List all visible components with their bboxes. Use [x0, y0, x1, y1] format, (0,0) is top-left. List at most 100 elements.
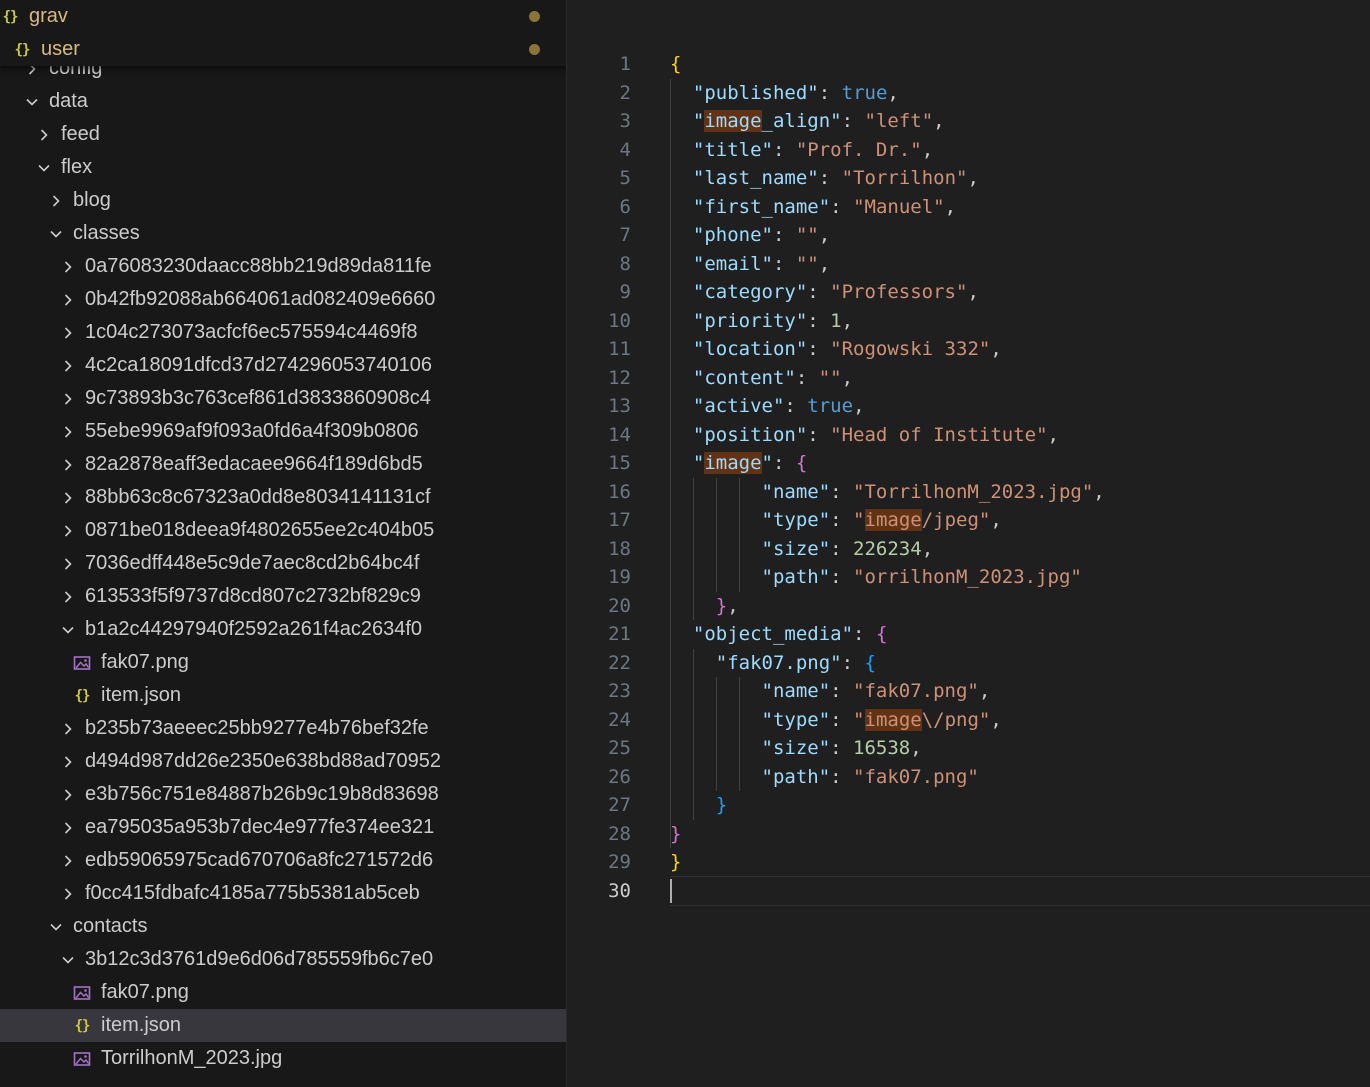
- chevron-right-icon[interactable]: [61, 293, 75, 307]
- tree-item-label: flex: [61, 156, 93, 178]
- code-text: "name": "fak07.png",: [761, 680, 991, 702]
- explorer-sidebar: config data feed flex blog classes 0a76083230d…: [0, 0, 567, 1087]
- code-line: 11 "location": "Rogowski 332",: [567, 335, 1370, 363]
- code-text: "type": "image/jpeg",: [761, 509, 1002, 531]
- json-file-icon: {}: [74, 687, 91, 704]
- line-number: 3: [619, 110, 631, 132]
- line-number: 4: [619, 138, 631, 161]
- tree-folder[interactable]: 9c73893b3c763cef861d3833860908c4: [0, 382, 566, 415]
- tree-folder[interactable]: 3b12c3d3761d9e6d06d785559fb6c7e0: [0, 943, 566, 976]
- tree-file[interactable]: {} user: [0, 33, 566, 66]
- tree-folder[interactable]: blog: [0, 184, 566, 217]
- tree-folder[interactable]: d494d987dd26e2350e638bd88ad70952: [0, 745, 566, 778]
- tree-folder[interactable]: b235b73aeeec25bb9277e4b76bef32fe: [0, 712, 566, 745]
- tree-folder[interactable]: 7036edff448e5c9de7aec8cd2b64bc4f: [0, 547, 566, 580]
- code-line: 12 "content": "",: [567, 364, 1370, 392]
- tree-folder[interactable]: classes: [0, 217, 566, 250]
- code-line: 15 "image": {: [567, 449, 1370, 477]
- image-file-icon: [73, 654, 91, 672]
- tree-file[interactable]: fak07.png: [0, 646, 566, 679]
- tree-folder[interactable]: 0a76083230daacc88bb219d89da811fe: [0, 250, 566, 283]
- tree-folder[interactable]: e3b756c751e84887b26b9c19b8d83698: [0, 778, 566, 811]
- chevron-down-icon[interactable]: [61, 623, 75, 637]
- code-line: 14 "position": "Head of Institute",: [567, 421, 1370, 449]
- tree-folder[interactable]: f0cc415fdbafc4185a775b5381ab5ceb: [0, 877, 566, 910]
- line-number: 5: [619, 167, 631, 189]
- chevron-right-icon[interactable]: [61, 326, 75, 340]
- code-line: 1{: [567, 50, 1370, 78]
- chevron-right-icon[interactable]: [61, 788, 75, 802]
- code-text: },: [715, 594, 739, 617]
- tree-item-label: fak07.png: [101, 981, 189, 1003]
- tree-folder[interactable]: contacts: [0, 910, 566, 943]
- chevron-down-icon[interactable]: [25, 95, 39, 109]
- tree-folder[interactable]: 88bb63c8c67323a0dd8e8034141131cf: [0, 481, 566, 514]
- chevron-down-icon[interactable]: [49, 920, 63, 934]
- chevron-down-icon[interactable]: [49, 227, 63, 241]
- chevron-right-icon[interactable]: [61, 755, 75, 769]
- tree-folder[interactable]: ea795035a953b7dec4e977fe374ee321: [0, 811, 566, 844]
- chevron-right-icon[interactable]: [61, 821, 75, 835]
- code-text: "category": "Professors",: [692, 281, 979, 303]
- code-text: "first_name": "Manuel",: [692, 195, 957, 218]
- modified-dot: [529, 11, 540, 22]
- chevron-right-icon[interactable]: [61, 359, 75, 373]
- chevron-down-icon[interactable]: [37, 161, 51, 175]
- chevron-right-icon[interactable]: [61, 887, 75, 901]
- line-number: 30: [608, 879, 631, 902]
- code-text: "image_align": "left",: [692, 110, 945, 132]
- chevron-down-icon[interactable]: [61, 953, 75, 967]
- code-line: 6 "first_name": "Manuel",: [567, 193, 1370, 221]
- tree-file[interactable]: fak07.png: [0, 976, 566, 1009]
- tree-file[interactable]: TorrilhonM_2023.jpg: [0, 1042, 566, 1075]
- chevron-right-icon[interactable]: [61, 392, 75, 406]
- chevron-right-icon[interactable]: [49, 194, 63, 208]
- tree-folder[interactable]: feed: [0, 118, 566, 151]
- chevron-right-icon[interactable]: [61, 260, 75, 274]
- image-file-icon: [73, 1050, 91, 1068]
- tree-item-label: e3b756c751e84887b26b9c19b8d83698: [85, 783, 439, 805]
- code-text: "title": "Prof. Dr.",: [692, 138, 934, 161]
- tree-file[interactable]: {} grav: [0, 0, 566, 33]
- tree-folder[interactable]: 1c04c273073acfcf6ec575594c4469f8: [0, 316, 566, 349]
- tree-file[interactable]: {} item.json: [0, 1009, 566, 1042]
- chevron-right-icon[interactable]: [61, 491, 75, 505]
- chevron-right-icon[interactable]: [61, 557, 75, 571]
- code-text: "path": "fak07.png": [761, 765, 979, 788]
- line-number: 12: [608, 366, 631, 389]
- tree-folder[interactable]: edb59065975cad670706a8fc271572d6: [0, 844, 566, 877]
- tree-folder[interactable]: data: [0, 85, 566, 118]
- chevron-right-icon[interactable]: [61, 524, 75, 538]
- tree-folder[interactable]: flex: [0, 151, 566, 184]
- chevron-right-icon[interactable]: [61, 425, 75, 439]
- tree-folder[interactable]: 4c2ca18091dfcd37d274296053740106: [0, 349, 566, 382]
- code-line: 3 "image_align": "left",: [567, 107, 1370, 135]
- tree-folder[interactable]: b1a2c44297940f2592a261f4ac2634f0: [0, 613, 566, 646]
- tree-item-label: data: [49, 90, 88, 112]
- code-editor[interactable]: 1{2 "published": true, 3 "image_align": "…: [567, 0, 1370, 1087]
- code-line: 18 "size": 226234,: [567, 535, 1370, 563]
- code-text: "active": true,: [692, 395, 865, 417]
- chevron-right-icon[interactable]: [61, 854, 75, 868]
- tree-item-label: b235b73aeeec25bb9277e4b76bef32fe: [85, 717, 429, 739]
- line-number: 28: [608, 822, 631, 845]
- code-text: "content": "",: [692, 366, 854, 389]
- tree-folder[interactable]: 82a2878eaff3edacaee9664f189d6bd5: [0, 448, 566, 481]
- tree-folder[interactable]: 0871be018deea9f4802655ee2c404b05: [0, 514, 566, 547]
- tree-item-label: 0a76083230daacc88bb219d89da811fe: [85, 255, 432, 277]
- code-text: "size": 226234,: [761, 537, 934, 560]
- tree-folder[interactable]: 55ebe9969af9f093a0fd6a4f309b0806: [0, 415, 566, 448]
- chevron-right-icon[interactable]: [37, 128, 51, 142]
- chevron-right-icon[interactable]: [61, 590, 75, 604]
- chevron-right-icon[interactable]: [61, 458, 75, 472]
- chevron-right-icon[interactable]: [61, 722, 75, 736]
- tree-file[interactable]: {} item.json: [0, 679, 566, 712]
- tree-folder[interactable]: 0b42fb92088ab664061ad082409e6660: [0, 283, 566, 316]
- code-line: 19 "path": "orrilhonM_2023.jpg": [567, 563, 1370, 591]
- json-file-icon: {}: [74, 1017, 91, 1034]
- code-text: "type": "image\/png",: [761, 708, 1002, 731]
- tree-folder[interactable]: 613533f5f9737d8cd807c2732bf829c9: [0, 580, 566, 613]
- tree-item-label: fak07.png: [101, 651, 189, 673]
- tree-item-label: 55ebe9969af9f093a0fd6a4f309b0806: [85, 420, 419, 442]
- line-number: 13: [608, 395, 631, 417]
